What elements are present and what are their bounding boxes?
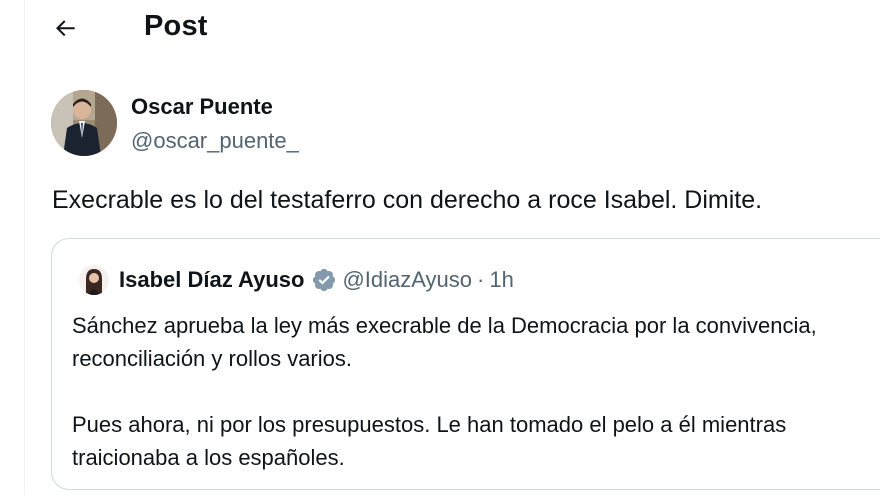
arrow-left-icon [56, 20, 75, 37]
quoted-text-line: reconciliación y rollos varios. [72, 346, 352, 371]
quoted-post-header: Isabel Díaz Ayuso @IdiazAyuso · 1h [119, 265, 514, 295]
quoted-author-avatar[interactable] [79, 265, 109, 295]
verified-badge-icon [313, 268, 336, 292]
avatar-photo [51, 90, 117, 156]
avatar-photo [79, 265, 109, 295]
quoted-post-time[interactable]: 1h [489, 267, 513, 293]
author-name[interactable]: Oscar Puente [131, 94, 273, 120]
author-handle[interactable]: @oscar_puente_ [131, 128, 299, 154]
quoted-text-line: Sánchez aprueba la ley más execrable de … [72, 313, 817, 338]
quoted-text-line: Pues ahora, ni por los presupuestos. Le … [72, 412, 787, 437]
quoted-text-line: traicionaba a los españoles. [72, 445, 345, 470]
quoted-post[interactable]: Isabel Díaz Ayuso @IdiazAyuso · 1h Sánch… [51, 238, 880, 490]
quoted-author-handle[interactable]: @IdiazAyuso [342, 267, 472, 293]
quoted-post-text: Sánchez aprueba la ley más execrable de … [72, 309, 880, 474]
page-title: Post [144, 10, 208, 42]
left-divider [24, 0, 25, 495]
back-button[interactable] [46, 8, 86, 48]
post-text: Execrable es lo del testaferro con derec… [52, 186, 763, 214]
author-avatar[interactable] [51, 90, 117, 156]
separator-dot: · [477, 267, 485, 292]
post-header: Post [0, 0, 880, 58]
quoted-author-name[interactable]: Isabel Díaz Ayuso [119, 267, 304, 293]
